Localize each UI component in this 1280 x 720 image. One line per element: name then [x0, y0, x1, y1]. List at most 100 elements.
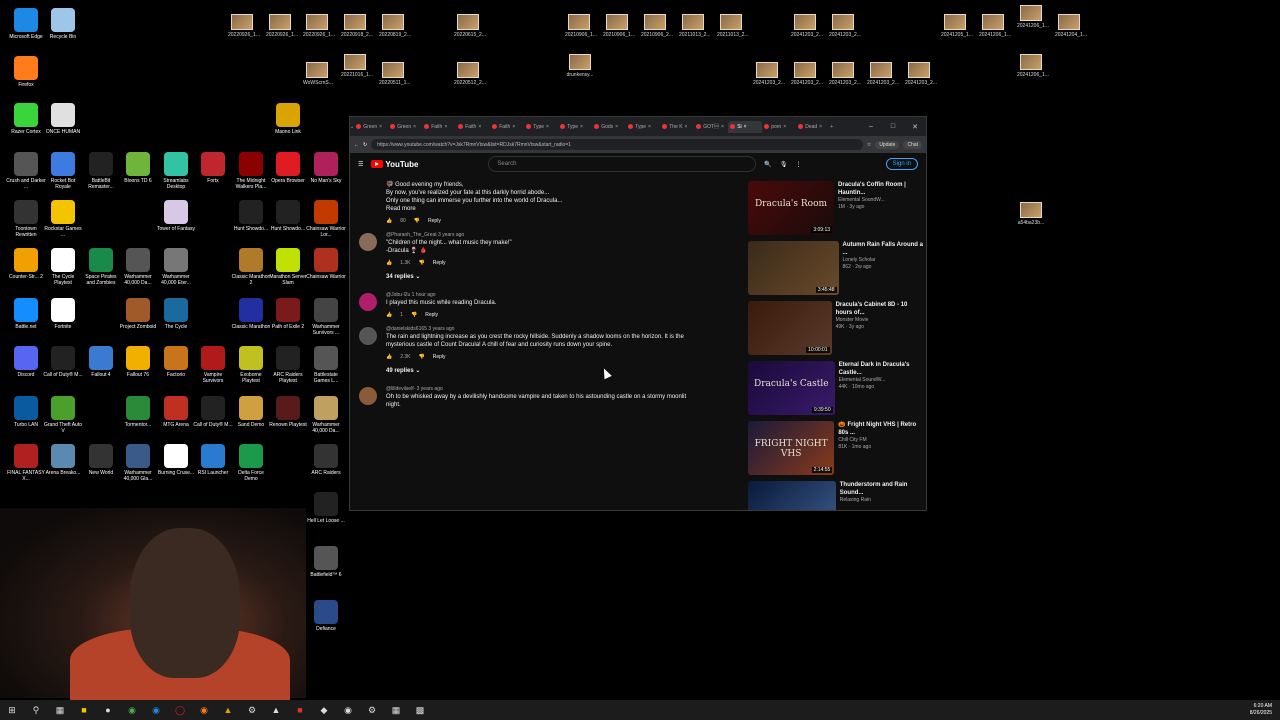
desktop-file[interactable]: WoWScrnS...	[303, 62, 333, 86]
read-more-link[interactable]: Read more	[386, 205, 738, 213]
recommendation-item[interactable]: FRIGHT NIGHT VHS 2:14:55 🎃 Fright Night VH…	[748, 421, 923, 477]
recommendation-item[interactable]: Dracula's Castle 9:39:50 Eternal Dark in D…	[748, 361, 923, 417]
browser-tab[interactable]: Green ×	[354, 121, 388, 133]
desktop-file[interactable]: 20241206_1...	[979, 14, 1011, 38]
desktop-icon[interactable]: No Man's Sky	[306, 152, 346, 184]
desktop-file[interactable]: 20210906_1...	[565, 14, 597, 38]
desktop-icon[interactable]: Rocket Bot Royale	[43, 152, 83, 190]
desktop-icon[interactable]: Project Zomboid	[118, 298, 158, 330]
desktop-file[interactable]: 20241206_1...	[1017, 5, 1049, 29]
desktop-icon[interactable]: Crush and Darker ...	[6, 152, 46, 190]
desktop-icon[interactable]: Bloons TD 6	[118, 152, 158, 184]
dislike-icon[interactable]: 👎	[419, 353, 425, 361]
url-field[interactable]: https://www.youtube.com/watch?v=Jsk7RmnV…	[371, 139, 863, 150]
like-icon[interactable]: 👍	[386, 353, 392, 361]
comment-author[interactable]: @Pharaoh_The_Great 3 years ago	[386, 231, 738, 239]
desktop-icon[interactable]: Firefox	[6, 56, 46, 88]
browser-tab[interactable]: porn ×	[762, 121, 796, 133]
desktop-icon[interactable]: Opera Browser	[268, 152, 308, 184]
edge-icon[interactable]: ◉	[144, 700, 168, 720]
desktop-file[interactable]: 20211013_2...	[717, 14, 749, 38]
search-taskbar-icon[interactable]: ⚲	[24, 700, 48, 720]
like-icon[interactable]: 👍	[386, 259, 392, 267]
browser-tab[interactable]: The K ×	[660, 121, 694, 133]
desktop-icon[interactable]: Fallout 4	[81, 346, 121, 378]
desktop-icon[interactable]: Toontown Rewritten	[6, 200, 46, 238]
desktop-file[interactable]: 20241203_2...	[753, 62, 785, 86]
video-thumbnail[interactable]: Dracula's Room 3:09:13	[748, 181, 835, 235]
desktop-icon[interactable]: Warhammer Survivors ...	[306, 298, 346, 336]
desktop-file[interactable]: 20220926_1...	[303, 14, 335, 38]
app-icon-2[interactable]: ◆	[312, 700, 336, 720]
reply-button[interactable]: Reply	[425, 311, 438, 319]
desktop-icon[interactable]: Call of Duty® M...	[193, 396, 233, 428]
desktop-icon[interactable]: Call of Duty® M...	[43, 346, 83, 378]
reply-button[interactable]: Reply	[433, 259, 446, 267]
desktop-file[interactable]: 20220615_2...	[454, 14, 486, 38]
update-button[interactable]: Update	[875, 140, 900, 149]
channel-name[interactable]: Elemental SoundW...	[839, 377, 923, 384]
firefox-icon[interactable]: ◉	[192, 700, 216, 720]
desktop-file[interactable]: 20241203_2...	[791, 62, 823, 86]
video-title[interactable]: Eternal Dark in Dracula's Castle...	[839, 361, 923, 377]
channel-name[interactable]: Elemental SoundW...	[838, 197, 923, 204]
desktop-icon[interactable]: Fortnite	[43, 298, 83, 330]
desktop-icon[interactable]: Warhammer 40,000 Eter...	[156, 248, 196, 286]
app-icon[interactable]: ▲	[264, 700, 288, 720]
desktop-icon[interactable]: Battle.net	[6, 298, 46, 330]
video-title[interactable]: 🎃 Fright Night VHS | Retro 80s ...	[838, 421, 923, 437]
desktop-file[interactable]: drunkensy...	[566, 54, 594, 78]
app-red-icon[interactable]: ■	[288, 700, 312, 720]
menu-icon[interactable]: ☰	[358, 161, 363, 168]
desktop-file[interactable]: 20241203_2...	[791, 14, 823, 38]
video-title[interactable]: Dracula's Cabinet 8D - 10 hours of...	[836, 301, 923, 317]
desktop-icon[interactable]: Tormentor...	[118, 396, 158, 428]
desktop-icon[interactable]: Maono Link	[268, 103, 308, 135]
channel-name[interactable]: Chill City FM	[838, 437, 923, 444]
desktop-icon[interactable]: ARC Raiders	[306, 444, 346, 476]
desktop-file[interactable]: 20241204_1...	[1055, 14, 1087, 38]
browser-tab[interactable]: Type ×	[524, 121, 558, 133]
taskbar-clock[interactable]: 6:20 AM 8/26/2025	[1250, 703, 1272, 717]
tab-close-icon[interactable]: ×	[379, 124, 382, 130]
desktop-icon[interactable]: Exoborne Playtest	[231, 346, 271, 384]
video-thumbnail[interactable]	[748, 481, 836, 510]
star-icon[interactable]: ☆	[867, 142, 871, 148]
steam-icon[interactable]: ⚙	[240, 700, 264, 720]
desktop-icon[interactable]: Tower of Fantasy	[156, 200, 196, 232]
desktop-file[interactable]: 20210906_1...	[603, 14, 635, 38]
app-icon-5[interactable]: ▦	[384, 700, 408, 720]
desktop-icon[interactable]: Marathon Server Slam	[268, 248, 308, 286]
desktop-icon[interactable]: Hell Let Loose ...	[306, 492, 346, 524]
desktop-icon[interactable]: ARC Raiders Playtest	[268, 346, 308, 384]
mic-icon[interactable]: 🎙	[780, 161, 788, 168]
replies-toggle[interactable]: 34 replies ⌄	[358, 273, 738, 281]
desktop-icon[interactable]: Space Pirates and Zombies	[81, 248, 121, 286]
recommendation-item[interactable]: Thunderstorm and Rain Sound... Relaxing R…	[748, 481, 923, 510]
dislike-icon[interactable]: 👎	[419, 259, 425, 267]
desktop-file[interactable]: 20241203_2...	[829, 62, 861, 86]
desktop-icon[interactable]: Hunt Showdo...	[268, 200, 308, 232]
recommendation-item[interactable]: Dracula's Room 3:09:13 Dracula's Coffin Ro…	[748, 181, 923, 237]
tab-close-icon[interactable]: ×	[744, 124, 747, 130]
desktop-file[interactable]: 20210906_2...	[641, 14, 673, 38]
desktop-icon[interactable]: Battlefield™ 6	[306, 546, 346, 578]
dislike-icon[interactable]: 👎	[411, 311, 417, 319]
channel-name[interactable]: Relaxing Rain	[840, 497, 923, 504]
desktop-file[interactable]: 20220512_2...	[454, 62, 486, 86]
obs-icon[interactable]: ●	[96, 700, 120, 720]
avatar[interactable]	[359, 293, 377, 311]
like-icon[interactable]: 👍	[386, 311, 392, 319]
video-title[interactable]: Autumn Rain Falls Around a ...	[843, 241, 923, 257]
chrome-icon[interactable]: ◉	[120, 700, 144, 720]
comment-author[interactable]: @Jobu-l2u 1 hour ago	[386, 291, 738, 299]
desktop-icon[interactable]: Sand Demo	[231, 396, 271, 428]
opera-icon[interactable]: ◯	[168, 700, 192, 720]
desktop-icon[interactable]: Path of Exile 2	[268, 298, 308, 330]
desktop-icon[interactable]: Factorio	[156, 346, 196, 378]
back-icon[interactable]: ←	[354, 142, 359, 148]
tab-close-icon[interactable]: ×	[685, 124, 688, 130]
desktop-icon[interactable]: RSI Launcher	[193, 444, 233, 476]
desktop-icon[interactable]: MTG Arena	[156, 396, 196, 428]
channel-name[interactable]: Monster Movie	[836, 317, 923, 324]
